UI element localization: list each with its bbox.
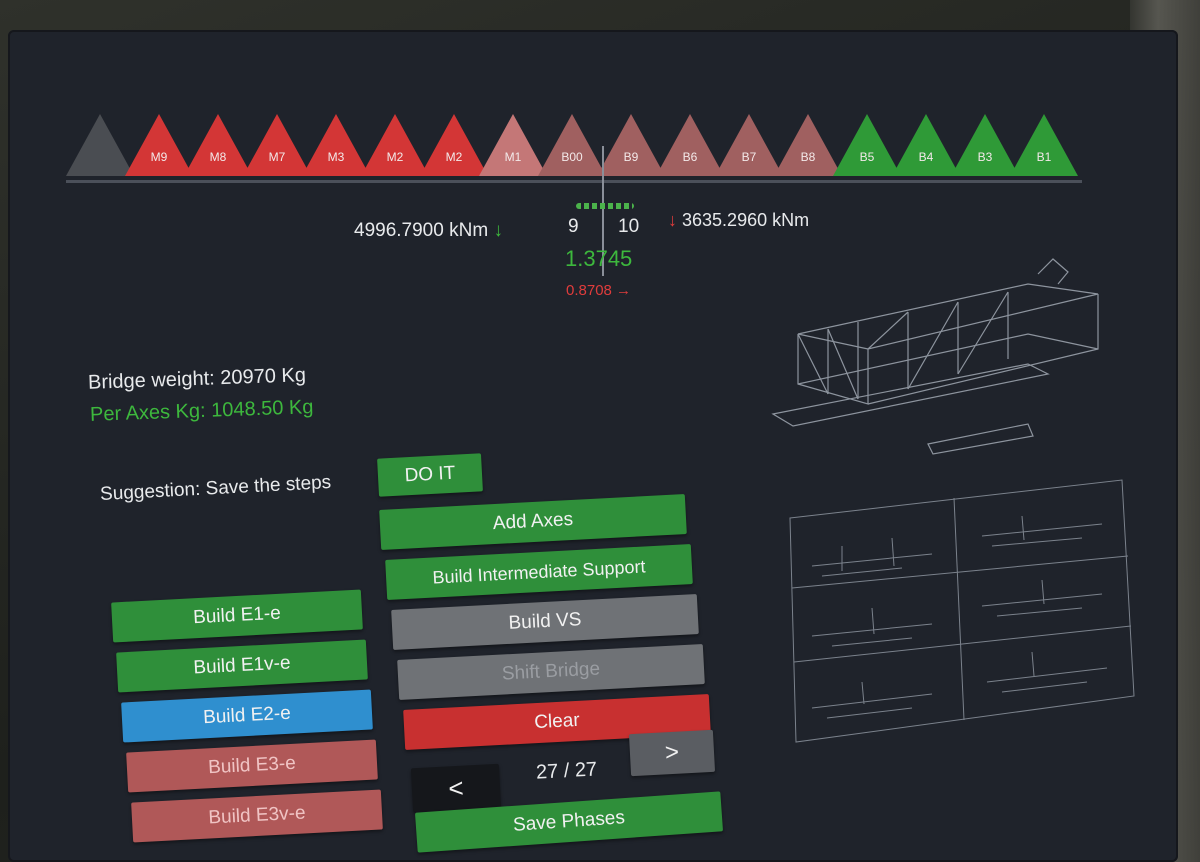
triangle-icon <box>538 114 606 176</box>
triangle-icon <box>774 114 842 176</box>
axis-label: M9 <box>150 150 168 164</box>
per-axes-weight: Per Axes Kg: 1048.50 Kg <box>89 396 314 426</box>
axis-label: M2 <box>445 150 463 164</box>
split-marker <box>576 203 634 209</box>
axis-marker[interactable]: B9 <box>597 114 665 176</box>
right-moment: ↓ 3635.2960 kNm <box>668 210 809 231</box>
axis-label: B9 <box>623 150 639 164</box>
triangle-icon <box>66 114 134 176</box>
ratio-secondary: 0.8708 → <box>566 282 632 299</box>
axis-marker[interactable]: M8 <box>184 114 252 176</box>
left-build-button[interactable]: Build E3v-e <box>131 789 383 843</box>
left-moment: 4996.7900 kNm ↓ <box>354 220 503 242</box>
triangle-icon <box>479 114 547 176</box>
shift-bridge-button[interactable]: Shift Bridge <box>397 644 705 700</box>
left-build-button[interactable]: Build E3-e <box>126 739 378 793</box>
axis-label: M7 <box>268 150 286 164</box>
left-build-button[interactable]: Build E1-e <box>111 589 363 643</box>
triangle-icon <box>833 114 901 176</box>
triangle-icon <box>597 114 665 176</box>
build-vs-button[interactable]: Build VS <box>391 594 699 650</box>
axis-marker[interactable]: M2 <box>361 114 429 176</box>
prev-page-button[interactable]: < <box>410 763 502 813</box>
axis-marker[interactable]: M2 <box>420 114 488 176</box>
page-status: 27 / 27 <box>535 758 598 784</box>
axis-marker[interactable]: B1 <box>1010 114 1078 176</box>
add-axes-button[interactable]: Add Axes <box>379 494 687 550</box>
axis-baseline <box>66 180 1082 183</box>
build-intermediate-support-button[interactable]: Build Intermediate Support <box>385 544 693 600</box>
axis-marker[interactable]: B8 <box>774 114 842 176</box>
left-moment-value: 4996.7900 kNm <box>354 220 489 241</box>
next-page-button[interactable]: > <box>628 729 716 777</box>
axis-label: M8 <box>209 150 227 164</box>
triangle-icon <box>361 114 429 176</box>
bridge-3d-drawing <box>771 258 1099 455</box>
triangle-icon <box>243 114 311 176</box>
do-it-button[interactable]: DO IT <box>377 453 483 497</box>
ratio-main: 1.3745 <box>565 246 633 271</box>
triangle-icon <box>420 114 488 176</box>
axis-marker[interactable]: M9 <box>125 114 193 176</box>
axis-marker[interactable]: B3 <box>951 114 1019 176</box>
axis-label: M2 <box>386 150 404 164</box>
left-index: 9 <box>568 216 579 237</box>
axis-label: B7 <box>741 150 757 164</box>
axis-label: B5 <box>859 150 875 164</box>
axis-marker[interactable]: B6 <box>656 114 724 176</box>
axis-marker[interactable]: M1 <box>479 114 547 176</box>
triangle-icon <box>892 114 960 176</box>
down-arrow-icon: ↓ <box>493 220 503 241</box>
axis-label: B3 <box>977 150 993 164</box>
axis-marker[interactable]: B00 <box>538 114 606 176</box>
triangle-icon <box>951 114 1019 176</box>
triangle-icon <box>125 114 193 176</box>
right-moment-value: 3635.2960 kNm <box>682 210 810 230</box>
axis-label: M3 <box>327 150 345 164</box>
triangle-icon <box>1010 114 1078 176</box>
triangle-icon <box>715 114 783 176</box>
axis-label: B00 <box>561 150 583 164</box>
axis-label: B4 <box>918 150 934 164</box>
axis-marker[interactable]: B7 <box>715 114 783 176</box>
right-index: 10 <box>618 216 640 237</box>
axis-label: M1 <box>504 150 522 164</box>
axis-marker[interactable]: B4 <box>892 114 960 176</box>
triangle-icon <box>184 114 252 176</box>
axis-label: B6 <box>682 150 698 164</box>
axis-marker[interactable] <box>66 114 134 176</box>
left-build-button[interactable]: Build E1v-e <box>116 639 368 693</box>
axis-marker[interactable]: M7 <box>243 114 311 176</box>
triangle-icon <box>302 114 370 176</box>
blueprint-sheet <box>789 479 1135 743</box>
bridge-weight: Bridge weight: 20970 Kg <box>87 364 307 394</box>
axes-diagram: M9 M8 M7 M3 M2 M2 M1 B00 B9 B6 B7 B8 B5 B4 B3 B1 <box>66 114 1086 184</box>
app-screen: M9 M8 M7 M3 M2 M2 M1 B00 B9 B6 B7 B8 B5 B4 B3 B1 4996.7… <box>8 30 1178 862</box>
axis-marker[interactable]: M3 <box>302 114 370 176</box>
down-arrow-icon: ↓ <box>668 210 677 230</box>
triangle-icon <box>656 114 724 176</box>
left-build-button[interactable]: Build E2-e <box>121 689 373 743</box>
axis-label: B8 <box>800 150 816 164</box>
axis-label: B1 <box>1036 150 1052 164</box>
axis-marker[interactable]: B5 <box>833 114 901 176</box>
suggestion-text: Suggestion: Save the steps <box>99 471 332 506</box>
